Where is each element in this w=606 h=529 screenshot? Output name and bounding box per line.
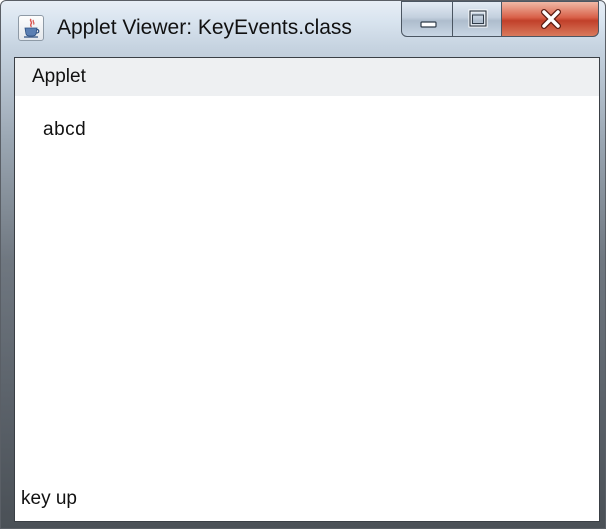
maximize-button[interactable] bbox=[452, 1, 502, 37]
menu-applet[interactable]: Applet bbox=[30, 64, 88, 90]
close-button[interactable] bbox=[501, 1, 599, 37]
java-coffee-cup-icon[interactable] bbox=[18, 15, 44, 41]
client-area: Applet abcd key up bbox=[14, 57, 600, 522]
window-title: Applet Viewer: KeyEvents.class bbox=[57, 16, 352, 39]
typed-text: abcd bbox=[43, 119, 87, 140]
caption-buttons bbox=[401, 1, 601, 37]
minimize-icon bbox=[420, 21, 437, 28]
minimize-button[interactable] bbox=[401, 1, 453, 37]
status-bar: key up bbox=[15, 484, 599, 521]
title-bar[interactable]: Applet Viewer: KeyEvents.class bbox=[1, 1, 605, 56]
menu-bar: Applet bbox=[15, 58, 599, 96]
status-text: key up bbox=[21, 488, 77, 509]
applet-viewer-window: Applet Viewer: KeyEvents.class Applet ab… bbox=[0, 0, 606, 529]
applet-canvas[interactable]: abcd bbox=[15, 96, 599, 484]
close-icon bbox=[541, 9, 561, 29]
maximize-icon bbox=[468, 9, 488, 28]
